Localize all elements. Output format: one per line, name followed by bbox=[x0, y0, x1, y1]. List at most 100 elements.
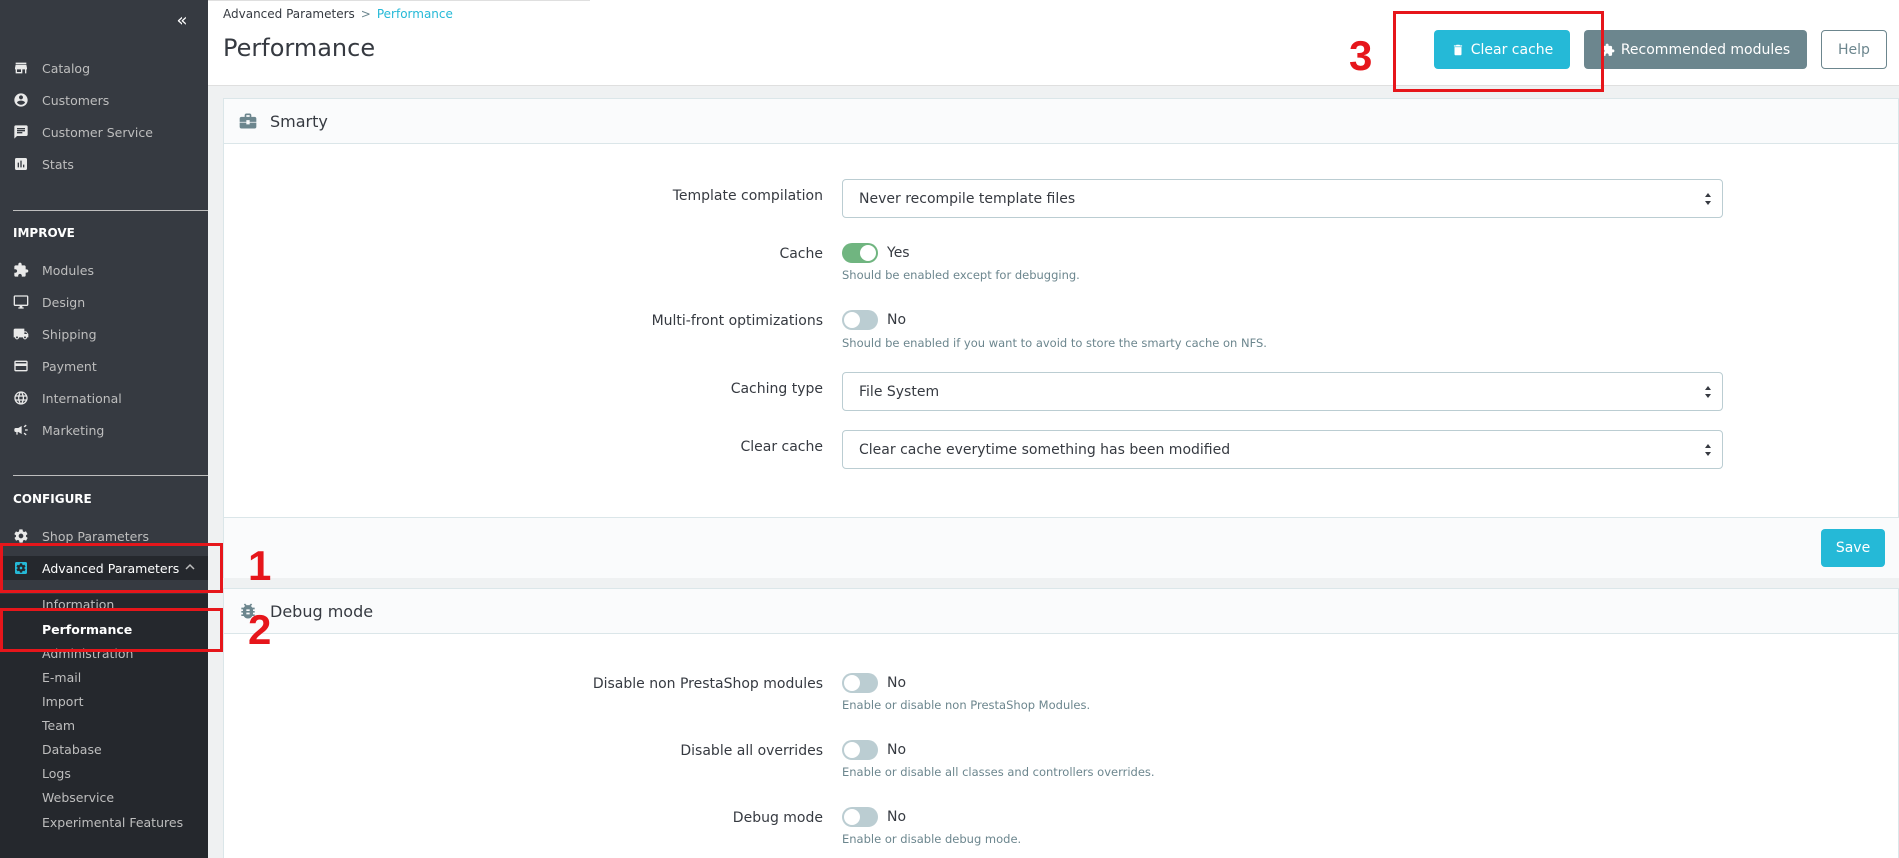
help-label: Help bbox=[1838, 41, 1870, 58]
sidebar-section-configure: CONFIGURE bbox=[13, 492, 92, 506]
sidebar-item-label: Customers bbox=[42, 92, 110, 108]
disable-overrides-help: Enable or disable all classes and contro… bbox=[842, 765, 1155, 779]
disable-overrides-toggle[interactable] bbox=[842, 740, 878, 760]
sidebar-item-payment[interactable]: Payment bbox=[0, 354, 208, 378]
toggle-knob bbox=[860, 245, 876, 261]
cache-help: Should be enabled except for debugging. bbox=[842, 268, 1080, 282]
submenu-item-import[interactable]: Import bbox=[42, 694, 84, 709]
select-arrows-icon bbox=[1705, 193, 1711, 205]
help-button[interactable]: Help bbox=[1821, 30, 1887, 69]
toggle-knob bbox=[844, 809, 860, 825]
credit-card-icon bbox=[13, 358, 29, 374]
briefcase-icon bbox=[239, 113, 257, 129]
sidebar-item-customer-service[interactable]: Customer Service bbox=[0, 120, 208, 144]
caching-type-value: File System bbox=[859, 383, 940, 400]
debug-card: Debug mode Disable non PrestaShop module… bbox=[223, 588, 1899, 858]
sidebar-item-modules[interactable]: Modules bbox=[0, 258, 208, 282]
sidebar-item-label: Stats bbox=[42, 156, 74, 172]
page-title: Performance bbox=[223, 34, 376, 62]
disable-non-ps-state: No bbox=[887, 675, 907, 691]
sidebar-item-label: International bbox=[42, 390, 122, 406]
debug-mode-help: Enable or disable debug mode. bbox=[842, 832, 1022, 846]
submenu-item-experimental-features[interactable]: Experimental Features bbox=[42, 815, 183, 830]
annotation-box-3 bbox=[1393, 11, 1604, 92]
megaphone-icon bbox=[13, 422, 29, 438]
sidebar-item-label: Shipping bbox=[42, 326, 97, 342]
multifront-state: No bbox=[887, 312, 907, 328]
clear-cache-select[interactable]: Clear cache everytime something has been… bbox=[842, 430, 1723, 469]
annotation-number-1: 1 bbox=[248, 542, 272, 589]
disable-overrides-label: Disable all overrides bbox=[680, 743, 823, 759]
sidebar-item-label: Design bbox=[42, 294, 86, 310]
debug-mode-state: No bbox=[887, 809, 907, 825]
settings-icon bbox=[13, 528, 29, 544]
toggle-knob bbox=[844, 742, 860, 758]
sidebar-section-improve: IMPROVE bbox=[13, 226, 75, 240]
smarty-card: Smarty Template compilation Never recomp… bbox=[223, 98, 1899, 578]
truck-icon bbox=[13, 326, 29, 342]
annotation-box-2 bbox=[0, 608, 223, 652]
clear-cache-value: Clear cache everytime something has been… bbox=[859, 441, 1231, 458]
sidebar-item-design[interactable]: Design bbox=[0, 290, 208, 314]
debug-mode-label: Debug mode bbox=[732, 810, 823, 826]
smarty-card-title: Smarty bbox=[270, 111, 328, 131]
submenu-item-team[interactable]: Team bbox=[42, 718, 75, 733]
sidebar-item-label: Modules bbox=[42, 262, 94, 278]
caching-type-select[interactable]: File System bbox=[842, 372, 1723, 411]
submenu-item-logs[interactable]: Logs bbox=[42, 766, 71, 781]
annotation-number-2: 2 bbox=[248, 606, 272, 653]
globe-icon bbox=[13, 390, 29, 406]
disable-non-ps-toggle[interactable] bbox=[842, 673, 878, 693]
sidebar-divider bbox=[13, 210, 208, 211]
page-header: Advanced Parameters > Performance Performa… bbox=[208, 0, 1899, 86]
puzzle-icon bbox=[13, 262, 29, 278]
submenu-item-email[interactable]: E-mail bbox=[42, 670, 81, 685]
caching-type-label: Caching type bbox=[730, 381, 823, 397]
store-icon bbox=[13, 60, 29, 76]
smarty-card-footer: Save bbox=[224, 517, 1899, 578]
submenu-item-database[interactable]: Database bbox=[42, 742, 102, 757]
debug-card-title: Debug mode bbox=[270, 601, 374, 621]
template-compilation-select[interactable]: Never recompile template files bbox=[842, 179, 1723, 218]
sidebar-item-customers[interactable]: Customers bbox=[0, 88, 208, 112]
debug-card-header: Debug mode bbox=[224, 589, 1898, 634]
disable-non-ps-help: Enable or disable non PrestaShop Modules… bbox=[842, 698, 1091, 712]
breadcrumb: Advanced Parameters > Performance bbox=[223, 7, 453, 21]
template-compilation-value: Never recompile template files bbox=[859, 190, 1076, 207]
breadcrumb-separator: > bbox=[360, 7, 371, 21]
sidebar-item-catalog[interactable]: Catalog bbox=[0, 56, 208, 80]
multifront-toggle[interactable] bbox=[842, 310, 878, 330]
cache-label: Cache bbox=[779, 246, 823, 262]
toggle-knob bbox=[844, 312, 860, 328]
sidebar-divider bbox=[13, 475, 208, 476]
breadcrumb-parent[interactable]: Advanced Parameters bbox=[223, 7, 355, 21]
sidebar-item-label: Payment bbox=[42, 358, 97, 374]
sidebar: « Catalog Customers Customer Service Sta… bbox=[0, 0, 208, 858]
sidebar-item-stats[interactable]: Stats bbox=[0, 152, 208, 176]
breadcrumb-current[interactable]: Performance bbox=[377, 7, 453, 21]
cache-toggle[interactable] bbox=[842, 243, 878, 263]
chat-icon bbox=[13, 124, 29, 140]
collapse-sidebar-icon[interactable]: « bbox=[172, 12, 192, 32]
disable-overrides-state: No bbox=[887, 742, 907, 758]
assessment-icon bbox=[13, 156, 29, 172]
cache-state: Yes bbox=[887, 245, 910, 261]
save-button[interactable]: Save bbox=[1821, 529, 1885, 567]
top-divider bbox=[208, 0, 590, 1]
clear-cache-setting-label: Clear cache bbox=[740, 439, 823, 455]
sidebar-item-label: Customer Service bbox=[42, 124, 153, 140]
select-arrows-icon bbox=[1705, 444, 1711, 456]
multifront-help: Should be enabled if you want to avoid t… bbox=[842, 336, 1267, 350]
sidebar-item-shipping[interactable]: Shipping bbox=[0, 322, 208, 346]
recommended-modules-button[interactable]: Recommended modules bbox=[1584, 30, 1807, 69]
sidebar-item-label: Marketing bbox=[42, 422, 105, 438]
toggle-knob bbox=[844, 675, 860, 691]
sidebar-item-marketing[interactable]: Marketing bbox=[0, 418, 208, 442]
annotation-number-3: 3 bbox=[1349, 32, 1373, 79]
sidebar-item-label: Catalog bbox=[42, 60, 91, 76]
debug-mode-toggle[interactable] bbox=[842, 807, 878, 827]
account-circle-icon bbox=[13, 92, 29, 108]
sidebar-item-international[interactable]: International bbox=[0, 386, 208, 410]
select-arrows-icon bbox=[1705, 386, 1711, 398]
submenu-item-webservice[interactable]: Webservice bbox=[42, 790, 114, 805]
